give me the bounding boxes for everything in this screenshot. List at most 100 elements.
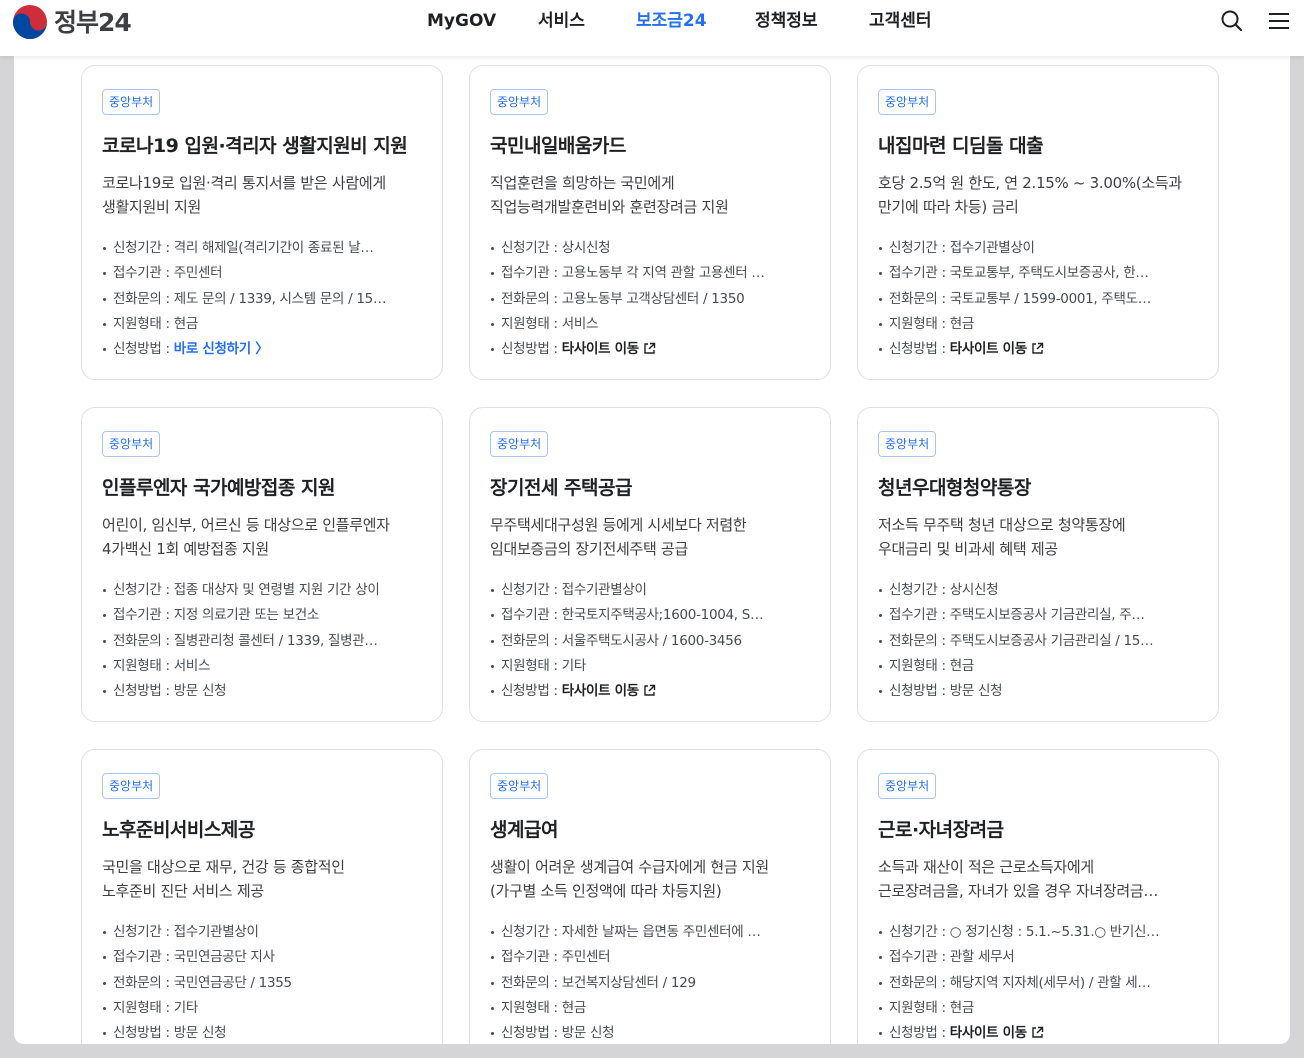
info-label: 전화문의 :	[889, 632, 950, 649]
benefit-card[interactable]: 중앙부처 장기전세 주택공급 무주택세대구성원 등에게 시세보다 저렴한 임대보증금의…	[469, 407, 831, 722]
info-value: 현금	[561, 999, 587, 1016]
external-link-icon[interactable]	[643, 342, 656, 355]
info-label: 지원형태 :	[113, 999, 174, 1016]
card-description: 소득과 재산이 적은 근로소득자에게 근로장려금을, 자녀가 있을 경우 자녀장려…	[878, 855, 1200, 903]
info-value: 격리 해제일(격리기간이 종료된 날…	[173, 240, 374, 256]
info-item-phone: 전화문의 : 고용노동부 고객상담센터 / 1350	[490, 287, 800, 312]
description-line: 국민을 대상으로 재무, 건강 등 종합적인	[102, 858, 345, 876]
browser-window: 중앙부처코로나19 입원·격리자 생활지원비 지원코로나19로 입원·격리 통지…	[14, 14, 1290, 1044]
card-title[interactable]: 생계급여	[490, 816, 820, 844]
external-site-link[interactable]: 타사이트 이동	[950, 341, 1027, 357]
card-title[interactable]: 내집마련 디딤돌 대출	[878, 132, 1208, 160]
benefit-card[interactable]: 중앙부처 인플루엔자 국가예방접종 지원 어린이, 임신부, 어르신 등 대상으로 …	[81, 407, 443, 722]
card-title[interactable]: 국민내일배움카드	[490, 132, 820, 160]
benefit-card[interactable]: 중앙부처 국민내일배움카드 직업훈련을 희망하는 국민에게 직업능력개발훈련비와 훈련…	[469, 65, 831, 380]
benefit-card[interactable]: 중앙부처내집마련 디딤돌 대출호당 2.5억 원 한도, 연 2.15% ~ 3…	[857, 65, 1219, 380]
info-item-phone: 전화문의 : 제도 문의 / 1339, 시스템 문의 / 15…	[102, 287, 412, 312]
external-site-link[interactable]: 타사이트 이동	[562, 341, 639, 357]
info-item-period: 신청기간 : ○ 정기신청 : 5.1.~5.31.○ 반기신…	[878, 920, 1188, 945]
info-label: 전화문의 :	[501, 290, 562, 307]
info-value: 주민센터	[561, 949, 611, 966]
info-item-method: 신청방법 : 타사이트 이동	[490, 679, 800, 704]
info-item-phone: 전화문의 : 주택도시보증공사 기금관리실 / 15…	[878, 629, 1188, 654]
nav-item-policy-info[interactable]: 정책정보	[755, 8, 818, 34]
info-label: 신청방법 :	[113, 341, 174, 358]
info-label: 접수기관 :	[889, 949, 950, 966]
card-title[interactable]: 근로·자녀장려금	[878, 816, 1208, 844]
logo[interactable]: 정부24	[12, 2, 132, 42]
info-label: 지원형태 :	[889, 657, 950, 674]
external-link-icon[interactable]	[1031, 342, 1044, 355]
card-description: 저소득 무주택 청년 대상으로 청약통장에 우대금리 및 비과세 혜택 제공	[878, 513, 1200, 561]
info-label: 신청기간 :	[889, 582, 950, 598]
card-description: 직업훈련을 희망하는 국민에게 직업능력개발훈련비와 훈련장려금 지원	[490, 171, 812, 219]
card-title[interactable]: 장기전세 주택공급	[490, 474, 820, 502]
description-line: 소득과 재산이 적은 근로소득자에게	[878, 858, 1094, 876]
menu-icon[interactable]	[1266, 8, 1292, 34]
agency-badge: 중앙부처	[878, 89, 937, 115]
info-item-period: 신청기간 : 자세한 날짜는 읍면동 주민센터에 …	[490, 920, 800, 945]
info-value: 접수기관별상이	[173, 924, 259, 940]
info-label: 접수기관 :	[501, 607, 562, 624]
info-item-type: 지원형태 : 서비스	[490, 312, 800, 337]
info-list: 신청기간 : 격리 해제일(격리기간이 종료된 날… 접수기관 : 주민센터 전화문…	[102, 236, 412, 362]
info-value: 방문 신청	[949, 683, 1003, 700]
logo-text: 정부24	[54, 7, 132, 37]
info-item-period: 신청기간 : 접수기관별상이	[102, 920, 412, 945]
info-item-type: 지원형태 : 현금	[102, 312, 412, 337]
nav-item-services[interactable]: 서비스	[538, 8, 585, 34]
info-value: ○ 정기신청 : 5.1.~5.31.○ 반기신…	[949, 924, 1160, 940]
card-title[interactable]: 인플루엔자 국가예방접종 지원	[102, 474, 432, 502]
info-label: 신청기간 :	[501, 924, 562, 940]
info-label: 전화문의 :	[113, 632, 174, 649]
info-item-method: 신청방법 : 방문 신청	[102, 679, 412, 704]
description-line: 호당 2.5억 원 한도, 연 2.15% ~ 3.00%(소득과	[878, 174, 1182, 192]
description-line: (가구별 소득 인정액에 따라 차등지원)	[490, 882, 722, 900]
info-value: 방문 신청	[561, 1025, 615, 1042]
nav-item-mygov[interactable]: MyGOV	[427, 8, 496, 34]
info-item-phone: 전화문의 : 질병관리청 콜센터 / 1339, 질병관…	[102, 629, 412, 654]
info-label: 접수기관 :	[113, 949, 174, 966]
card-title[interactable]: 청년우대형청약통장	[878, 474, 1208, 502]
info-item-type: 지원형태 : 서비스	[102, 654, 412, 679]
info-value: 주택도시보증공사 기금관리실 / 15…	[949, 632, 1154, 649]
info-item-agency: 접수기관 : 한국토지주택공사;1600-1004, S…	[490, 603, 800, 628]
benefit-card[interactable]: 중앙부처 코로나19 입원·격리자 생활지원비 지원 코로나19로 입원·격리 통지…	[81, 65, 443, 380]
info-label: 신청방법 :	[113, 683, 174, 700]
nav-item-subsidy24[interactable]: 보조금24	[636, 8, 707, 34]
benefit-card[interactable]: 중앙부처 노후준비서비스제공 국민을 대상으로 재무, 건강 등 종합적인 노후준비 …	[81, 749, 443, 1044]
info-value: 방문 신청	[173, 683, 227, 700]
external-site-link[interactable]: 타사이트 이동	[562, 683, 639, 699]
info-value: 기타	[173, 999, 199, 1016]
info-item-method: 신청방법 : 타사이트 이동	[878, 337, 1188, 362]
info-label: 지원형태 :	[113, 657, 174, 674]
benefit-card[interactable]: 중앙부처 생계급여 생활이 어려운 생계급여 수급자에게 현금 지원 (가구별 소득 …	[469, 749, 831, 1044]
external-site-link[interactable]: 타사이트 이동	[950, 1025, 1027, 1041]
info-item-type: 지원형태 : 기타	[490, 654, 800, 679]
card-title[interactable]: 노후준비서비스제공	[102, 816, 432, 844]
external-link-icon[interactable]	[643, 684, 656, 697]
card-description: 코로나19로 입원·격리 통지서를 받은 사람에게 생활지원비 지원	[102, 171, 424, 219]
taegeuk-logo-icon	[13, 5, 47, 40]
info-item-phone: 전화문의 : 국민연금공단 / 1355	[102, 971, 412, 996]
info-value: 현금	[949, 657, 975, 674]
info-item-agency: 접수기관 : 국민연금공단 지사	[102, 945, 412, 970]
info-value: 상시신청	[949, 582, 999, 598]
info-value: 국토교통부 / 1599-0001, 주택도…	[949, 290, 1152, 307]
info-item-agency: 접수기관 : 관할 세무서	[878, 945, 1188, 970]
nav-item-customer-center[interactable]: 고객센터	[869, 8, 932, 34]
info-value: 현금	[173, 315, 199, 332]
info-label: 신청기간 :	[889, 924, 950, 940]
info-label: 전화문의 :	[889, 974, 950, 991]
benefit-card[interactable]: 중앙부처 근로·자녀장려금 소득과 재산이 적은 근로소득자에게 근로장려금을, 자녀…	[857, 749, 1219, 1044]
info-list: 신청기간 : 상시신청 접수기관 : 주택도시보증공사 기금관리실, 주… 전화문의…	[878, 578, 1188, 704]
apply-now-link[interactable]: 바로 신청하기 〉	[174, 341, 269, 357]
info-item-type: 지원형태 : 현금	[490, 996, 800, 1021]
info-value: 보건복지상담센터 / 129	[561, 974, 696, 991]
description-line: 생활이 어려운 생계급여 수급자에게 현금 지원	[490, 858, 769, 876]
external-link-icon[interactable]	[1031, 1026, 1044, 1039]
info-item-agency: 접수기관 : 고용노동부 각 지역 관할 고용센터 …	[490, 261, 800, 286]
search-icon[interactable]	[1219, 8, 1245, 34]
benefit-card[interactable]: 중앙부처 청년우대형청약통장 저소득 무주택 청년 대상으로 청약통장에 우대금리 및…	[857, 407, 1219, 722]
card-title[interactable]: 코로나19 입원·격리자 생활지원비 지원	[102, 132, 432, 160]
